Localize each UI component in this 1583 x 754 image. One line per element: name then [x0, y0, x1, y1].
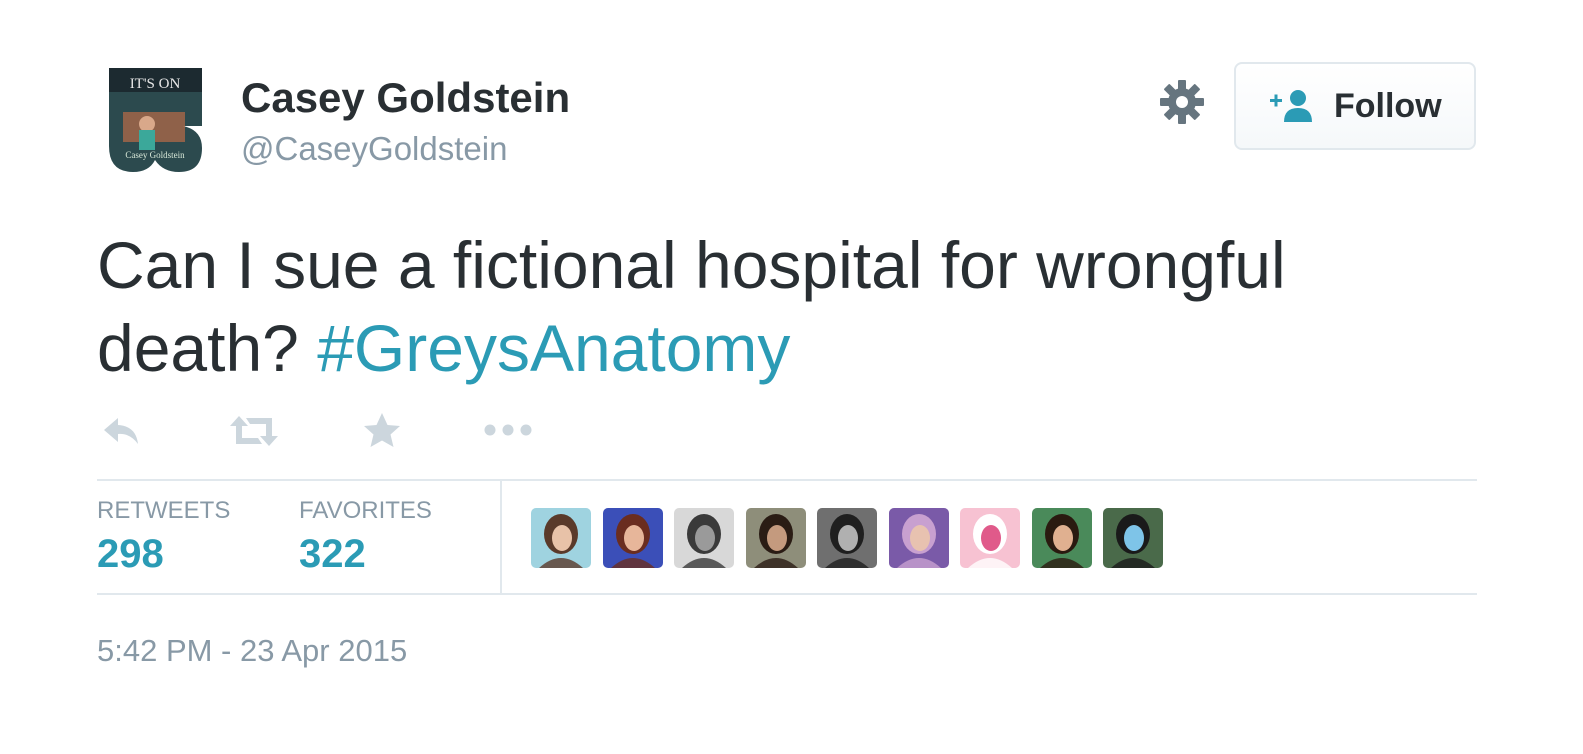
favoriter-avatar-5[interactable]: [817, 508, 877, 568]
retweet-icon[interactable]: [228, 410, 280, 452]
display-name[interactable]: Casey Goldstein: [241, 74, 570, 122]
stats-top-divider: [97, 479, 1477, 481]
favoriter-avatar-6[interactable]: [889, 508, 949, 568]
favoriter-avatar-2[interactable]: [603, 508, 663, 568]
retweets-label: RETWEETS: [97, 497, 231, 524]
avatar-top-text: IT'S ON: [130, 76, 181, 92]
stats-bottom-divider: [97, 593, 1477, 595]
avatar-image: IT'S ON Casey Goldstein: [109, 68, 202, 172]
favoriter-avatar-8[interactable]: [1032, 508, 1092, 568]
follow-label: Follow: [1334, 87, 1442, 125]
follow-button[interactable]: Follow: [1234, 62, 1476, 150]
favoriter-avatar-4[interactable]: [746, 508, 806, 568]
add-user-icon: [1270, 88, 1318, 124]
favoriter-avatar-1[interactable]: [531, 508, 591, 568]
reply-icon[interactable]: [100, 410, 146, 452]
user-avatar[interactable]: IT'S ON Casey Goldstein: [109, 68, 202, 172]
avatar-bottom-text: Casey Goldstein: [125, 150, 185, 160]
stats-vertical-divider: [500, 480, 502, 594]
tweet-timestamp[interactable]: 5:42 PM - 23 Apr 2015: [97, 633, 407, 669]
user-handle[interactable]: @CaseyGoldstein: [241, 130, 507, 168]
favorites-label: FAVORITES: [299, 497, 432, 524]
favorite-icon[interactable]: [360, 410, 404, 452]
retweets-count[interactable]: 298: [97, 532, 164, 577]
hashtag-link[interactable]: #GreysAnatomy: [317, 311, 790, 385]
favorites-count[interactable]: 322: [299, 532, 366, 577]
favoriter-avatar-3[interactable]: [674, 508, 734, 568]
more-icon[interactable]: [482, 410, 534, 452]
favoriter-avatar-9[interactable]: [1103, 508, 1163, 568]
favoriter-avatar-7[interactable]: [960, 508, 1020, 568]
tweet-text: Can I sue a fictional hospital for wrong…: [97, 224, 1427, 390]
gear-icon[interactable]: [1158, 78, 1206, 126]
